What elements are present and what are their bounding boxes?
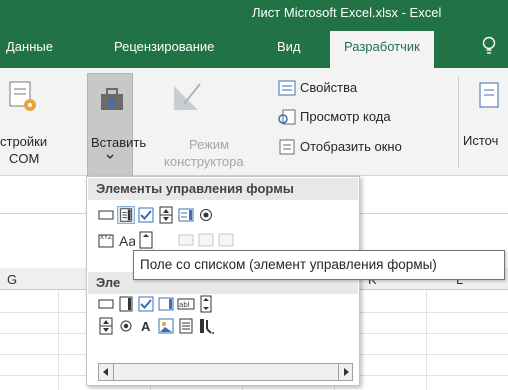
activex-label-icon[interactable]: A — [137, 317, 155, 335]
window-title: Лист Microsoft Excel.xlsx - Excel — [252, 5, 442, 20]
design-mode-label-2: конструктора — [164, 154, 244, 169]
ribbon: стройки COM Вставить Режим конструктора … — [0, 68, 508, 177]
activex-scroll-bar-icon[interactable] — [197, 295, 215, 313]
spin-button-icon[interactable] — [157, 206, 175, 224]
insert-controls-dropdown: Элементы управления формы XYZ Aa Эле abl… — [86, 176, 360, 386]
list-box-icon[interactable] — [177, 206, 195, 224]
horizontal-scrollbar[interactable] — [98, 363, 353, 381]
activex-controls-header-text: Эле — [96, 275, 121, 290]
excel-window: Лист Microsoft Excel.xlsx - Excel Данные… — [0, 0, 508, 390]
column-line — [58, 290, 59, 390]
form-controls-header-text: Элементы управления формы — [96, 181, 294, 196]
scroll-divider — [338, 363, 339, 381]
svg-text:abl: abl — [179, 301, 190, 309]
toolbox-icon — [101, 88, 123, 110]
tooltip-text: Поле со списком (элемент управления форм… — [140, 257, 437, 272]
activex-toggle-button-icon[interactable] — [177, 317, 195, 335]
combo-list-edit-icon[interactable] — [197, 231, 215, 249]
chevron-down-icon — [106, 154, 114, 159]
column-line — [426, 290, 427, 390]
combo-dropdown-edit-icon[interactable] — [217, 231, 235, 249]
form-controls-header: Элементы управления формы — [88, 178, 358, 200]
checkbox-icon[interactable] — [137, 206, 155, 224]
more-controls-icon[interactable] — [197, 317, 215, 335]
svg-text:A: A — [141, 319, 151, 334]
tooltip: Поле со списком (элемент управления форм… — [133, 250, 505, 280]
tab-view[interactable]: Вид — [277, 39, 301, 54]
svg-text:Aa: Aa — [119, 233, 135, 249]
column-header-g[interactable]: G — [7, 272, 17, 287]
activex-list-box-icon[interactable] — [157, 295, 175, 313]
source-button[interactable]: Источ — [463, 132, 498, 149]
com-addins-label-1[interactable]: стройки — [0, 133, 47, 150]
scroll-right-icon[interactable] — [341, 367, 351, 377]
tab-data[interactable]: Данные — [6, 39, 53, 54]
activex-combo-box-icon[interactable] — [117, 295, 135, 313]
activex-spin-button-icon[interactable] — [97, 317, 115, 335]
command-button-icon[interactable] — [97, 295, 115, 313]
scroll-left-icon[interactable] — [101, 367, 111, 377]
button-control-icon[interactable] — [97, 206, 115, 224]
com-addins-icon — [9, 81, 36, 111]
activex-option-button-icon[interactable] — [117, 317, 135, 335]
text-field-icon[interactable] — [177, 231, 195, 249]
tab-review[interactable]: Рецензирование — [114, 39, 214, 54]
activex-image-icon[interactable] — [157, 317, 175, 335]
tab-developer[interactable]: Разработчик — [330, 31, 434, 68]
com-addins-label-2[interactable]: COM — [9, 150, 39, 167]
show-window-button[interactable]: Отобразить окно — [300, 138, 402, 155]
activex-text-box-icon[interactable]: abl — [177, 295, 195, 313]
lightbulb-icon[interactable] — [482, 36, 496, 56]
scroll-divider — [113, 363, 114, 381]
ribbon-divider — [458, 76, 459, 168]
design-mode-label-1: Режим — [189, 137, 230, 152]
label-control-icon[interactable]: Aa — [117, 231, 135, 249]
properties-icon — [278, 80, 296, 96]
view-code-icon — [278, 109, 296, 125]
show-window-icon — [279, 139, 295, 155]
properties-button[interactable]: Свойства — [300, 79, 357, 96]
option-button-icon[interactable] — [197, 206, 215, 224]
title-bar: Лист Microsoft Excel.xlsx - Excel — [0, 0, 508, 25]
group-box-icon[interactable]: XYZ — [97, 231, 115, 249]
source-icon — [479, 82, 499, 108]
ribbon-tabs: Данные Рецензирование Вид Разработчик — [0, 25, 508, 68]
design-mode-icon — [174, 83, 201, 110]
view-code-button[interactable]: Просмотр кода — [300, 108, 391, 125]
svg-text:XYZ: XYZ — [100, 234, 112, 241]
insert-label: Вставить — [91, 135, 147, 150]
scroll-bar-icon[interactable] — [137, 231, 155, 249]
combo-box-icon[interactable] — [117, 206, 135, 224]
activex-checkbox-icon[interactable] — [137, 295, 155, 313]
